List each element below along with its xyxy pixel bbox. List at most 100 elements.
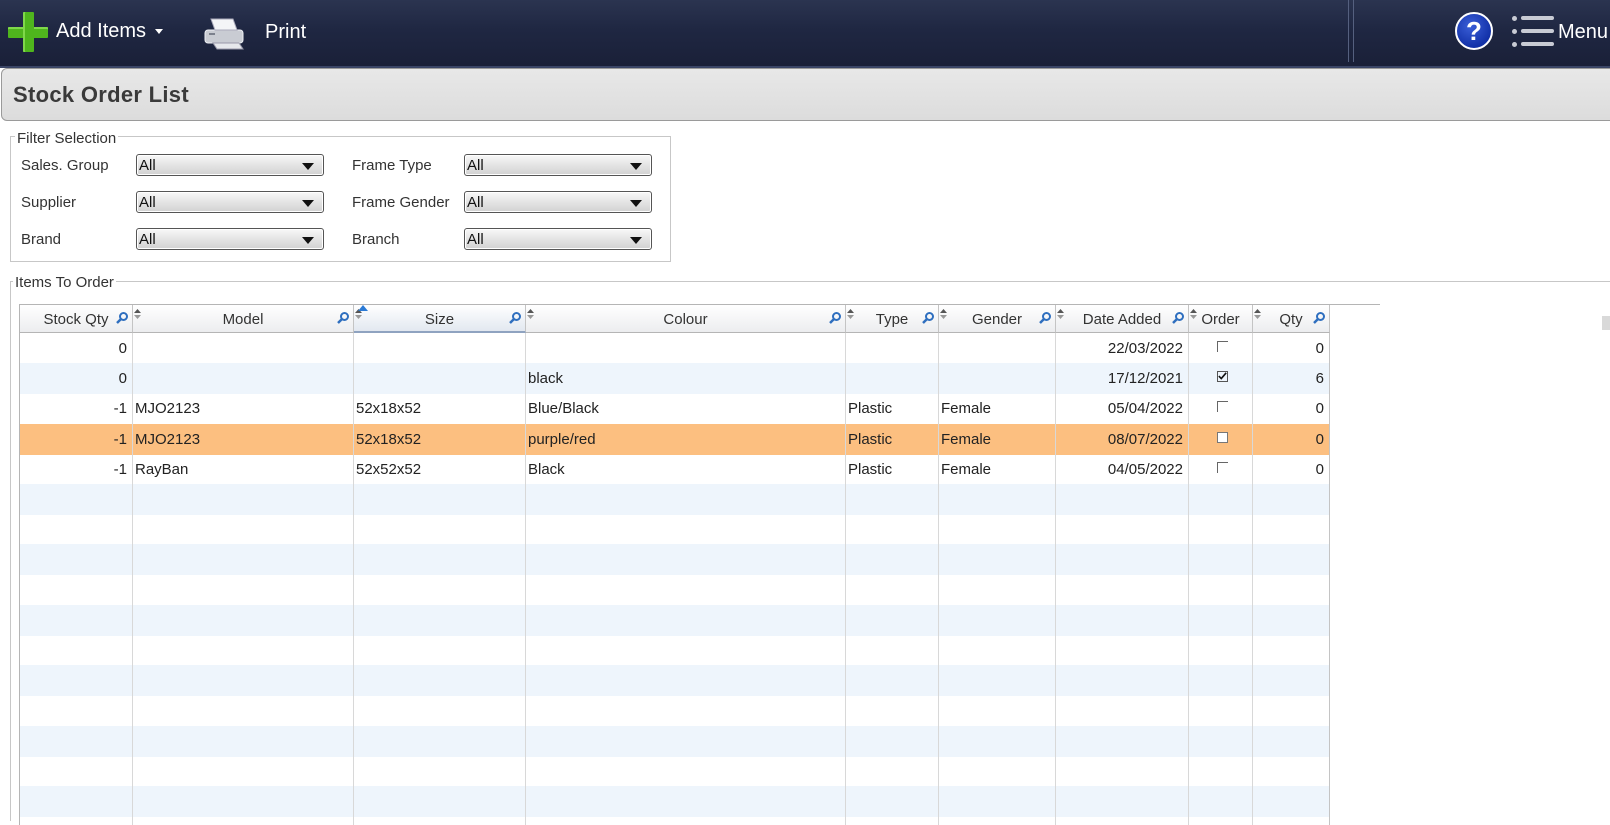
cell-date-added: 04/05/2022	[1107, 460, 1183, 478]
dropdown-arrow-icon	[630, 237, 642, 244]
filter-selection-legend: Filter Selection	[15, 130, 119, 147]
cell-stock-qty: -1	[113, 400, 127, 418]
dropdown-arrow-icon	[302, 200, 314, 207]
column-header-label: Order	[1201, 311, 1240, 328]
empty-table-row[interactable]	[20, 786, 1330, 817]
cell-colour	[526, 333, 846, 364]
scrollbar-stub[interactable]	[1602, 316, 1610, 330]
column-filter-search-icon[interactable]	[337, 311, 349, 324]
cell-type: Plastic	[848, 460, 893, 478]
sort-toggle-icon[interactable]	[1190, 306, 1197, 319]
cell-order	[1189, 424, 1253, 455]
cell-model: MJO2123	[135, 430, 201, 448]
column-divider	[1329, 333, 1330, 825]
sort-toggle-icon[interactable]	[940, 306, 947, 319]
brand-label: Brand	[21, 231, 62, 248]
table-row[interactable]: 0 22/03/2022 0	[20, 333, 1330, 364]
column-header-order[interactable]: Order	[1189, 305, 1253, 333]
branch-value: All	[467, 231, 484, 248]
empty-table-row[interactable]	[20, 635, 1330, 666]
column-divider	[1055, 333, 1056, 825]
sales-group-select[interactable]: All	[136, 154, 324, 176]
frame-gender-select[interactable]: All	[464, 191, 652, 213]
column-header-colour[interactable]: Colour	[526, 305, 846, 333]
supplier-label: Supplier	[21, 194, 77, 211]
branch-select[interactable]: All	[464, 228, 652, 250]
cell-qty: 0	[1315, 460, 1324, 478]
column-divider	[1188, 333, 1189, 825]
print-button[interactable]: Print	[195, 0, 325, 62]
empty-table-row[interactable]	[20, 575, 1330, 606]
cell-type: Plastic	[848, 400, 893, 418]
empty-table-row[interactable]	[20, 725, 1330, 757]
empty-table-row[interactable]	[20, 604, 1330, 636]
supplier-select[interactable]: All	[136, 191, 324, 213]
empty-table-row[interactable]	[20, 484, 1330, 515]
brand-select[interactable]: All	[136, 228, 324, 250]
page-title-bar: Stock Order List	[1, 68, 1610, 121]
cell-date-added: 08/07/2022	[1107, 430, 1183, 448]
order-checkbox[interactable]	[1217, 371, 1228, 383]
column-filter-search-icon[interactable]	[922, 311, 934, 324]
order-checkbox[interactable]	[1217, 431, 1228, 443]
column-header-stock-qty[interactable]: Stock Qty	[20, 305, 133, 333]
cell-gender: Female	[941, 460, 992, 478]
dropdown-arrow-icon	[630, 200, 642, 207]
table-row[interactable]: 0 black 17/12/2021 6	[20, 363, 1330, 395]
sales-group-value: All	[139, 157, 156, 174]
frame-type-select[interactable]: All	[464, 154, 652, 176]
cell-colour: Blue/Black	[528, 400, 599, 418]
column-header-size[interactable]: Size	[354, 305, 526, 333]
cell-model: RayBan	[135, 460, 189, 478]
order-checkbox[interactable]	[1217, 401, 1228, 413]
cell-gender	[939, 333, 1056, 364]
order-checkbox[interactable]	[1217, 341, 1228, 352]
cell-gender	[939, 363, 1056, 394]
table-row[interactable]: -1 RayBan 52x52x52 Black Plastic Female 04/05/…	[20, 454, 1330, 485]
column-filter-search-icon[interactable]	[509, 311, 521, 324]
column-filter-search-icon[interactable]	[829, 311, 841, 324]
branch-label: Branch	[352, 231, 400, 248]
help-icon[interactable]: ?	[1455, 12, 1493, 50]
frame-gender-label: Frame Gender	[352, 194, 450, 211]
column-header-qty[interactable]: Qty	[1253, 305, 1330, 333]
column-header-gender[interactable]: Gender	[939, 305, 1056, 333]
column-header-label: Colour	[663, 311, 708, 328]
cell-model: MJO2123	[135, 400, 201, 418]
table-row[interactable]: -1 MJO2123 52x18x52 purple/red Plastic Female…	[20, 423, 1330, 455]
empty-table-row[interactable]	[20, 665, 1330, 697]
add-items-button[interactable]: Add Items	[0, 0, 172, 62]
menu-icon[interactable]	[1512, 14, 1554, 50]
cell-size: 52x18x52	[356, 400, 422, 418]
supplier-value: All	[139, 194, 156, 211]
empty-table-row[interactable]	[20, 695, 1330, 726]
empty-table-row[interactable]	[20, 544, 1330, 576]
column-filter-search-icon[interactable]	[116, 311, 128, 324]
menu-label[interactable]: Menu	[1558, 21, 1608, 44]
table-row[interactable]: -1 MJO2123 52x18x52 Blue/Black Plastic Female…	[20, 393, 1330, 424]
sort-toggle-icon[interactable]	[1254, 306, 1261, 319]
cell-type	[846, 333, 939, 364]
cell-model	[133, 333, 354, 364]
column-header-label: Gender	[971, 311, 1023, 328]
sort-toggle-icon[interactable]	[847, 306, 854, 319]
empty-table-row[interactable]	[20, 756, 1330, 787]
column-filter-search-icon[interactable]	[1039, 311, 1051, 324]
column-divider	[353, 333, 354, 825]
column-filter-search-icon[interactable]	[1313, 311, 1325, 324]
chevron-down-icon[interactable]	[155, 29, 163, 34]
cell-type: Plastic	[848, 430, 893, 448]
empty-table-row[interactable]	[20, 514, 1330, 545]
column-header-model[interactable]: Model	[133, 305, 354, 333]
cell-order	[1189, 363, 1253, 394]
order-checkbox[interactable]	[1217, 461, 1228, 473]
column-header-label: Date Added	[1082, 311, 1162, 328]
sort-toggle-icon[interactable]	[527, 306, 534, 319]
column-header-type[interactable]: Type	[846, 305, 939, 333]
items-to-order-legend: Items To Order	[13, 274, 116, 291]
column-header-date-added[interactable]: Date Added	[1056, 305, 1189, 333]
toolbar-divider	[1348, 0, 1349, 62]
sort-toggle-icon[interactable]	[1057, 306, 1064, 319]
sort-toggle-icon[interactable]	[134, 306, 141, 319]
column-filter-search-icon[interactable]	[1172, 311, 1184, 324]
